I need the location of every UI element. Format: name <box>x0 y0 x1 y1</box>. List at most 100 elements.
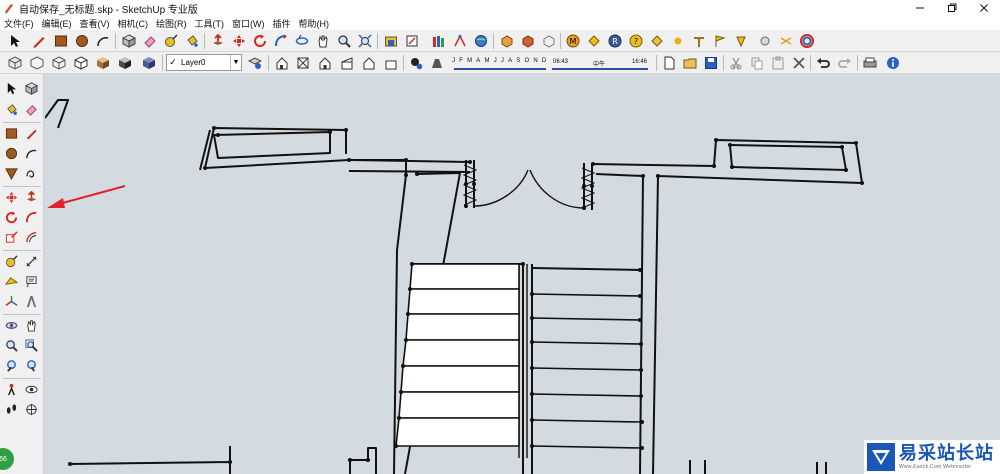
close-button[interactable] <box>968 0 1000 16</box>
view-monochrome[interactable] <box>140 54 158 72</box>
view-shaded-textures[interactable] <box>116 54 134 72</box>
layer-manager-button[interactable] <box>246 54 264 72</box>
erase-button[interactable] <box>790 54 808 72</box>
polygon-tool[interactable] <box>2 164 21 183</box>
layer-dropdown[interactable]: ✓ Layer0 ▼ <box>166 54 242 71</box>
3d-text-tool[interactable] <box>22 292 41 311</box>
eraser-tool[interactable] <box>141 32 159 50</box>
plugin-tool-9[interactable] <box>732 32 750 50</box>
circle-tool[interactable] <box>73 32 91 50</box>
plugin-tool-3[interactable]: R <box>606 32 624 50</box>
axes-tool[interactable] <box>2 292 21 311</box>
view-hidden-line[interactable] <box>72 54 90 72</box>
open-file-button[interactable] <box>681 54 699 72</box>
solid-tools-2[interactable] <box>519 32 537 50</box>
zoom-window-tool[interactable] <box>22 336 41 355</box>
line-tool[interactable] <box>22 124 41 143</box>
time-slider-track[interactable] <box>552 68 648 70</box>
zoom-tool[interactable] <box>335 32 353 50</box>
freehand-tool[interactable] <box>22 164 41 183</box>
cut-button[interactable] <box>727 54 745 72</box>
view-wireframe[interactable] <box>50 54 68 72</box>
undo-button[interactable] <box>814 54 832 72</box>
follow-me-tool[interactable] <box>272 32 290 50</box>
view-top[interactable] <box>294 54 312 72</box>
view-left[interactable] <box>382 54 400 72</box>
rotate-tool[interactable] <box>2 208 21 227</box>
orbit-tool[interactable] <box>293 32 311 50</box>
toggle-shadows-button[interactable] <box>428 54 446 72</box>
plugin-tool-4[interactable]: ? <box>627 32 645 50</box>
model-canvas[interactable] <box>45 74 1000 474</box>
menu-window[interactable]: 窗口(W) <box>232 17 265 30</box>
pan-tool[interactable] <box>22 316 41 335</box>
walk-tool[interactable] <box>2 400 21 419</box>
3d-warehouse-tool[interactable] <box>382 32 400 50</box>
arc-tool[interactable] <box>94 32 112 50</box>
circle-tool[interactable] <box>2 144 21 163</box>
paste-button[interactable] <box>769 54 787 72</box>
menu-draw[interactable]: 绘图(R) <box>156 17 187 30</box>
geo-location-tool[interactable] <box>472 32 490 50</box>
menu-edit[interactable]: 编辑(E) <box>42 17 72 30</box>
plugin-tool-2[interactable] <box>585 32 603 50</box>
plugin-tool-10[interactable] <box>756 32 774 50</box>
plugin-tool-8[interactable] <box>711 32 729 50</box>
plugin-tool-12[interactable] <box>798 32 816 50</box>
solid-tools-1[interactable] <box>498 32 516 50</box>
move-tool[interactable] <box>230 32 248 50</box>
minimize-button[interactable] <box>904 0 936 16</box>
redo-button[interactable] <box>836 54 854 72</box>
pan-tool[interactable] <box>314 32 332 50</box>
plugin-tool-7[interactable] <box>690 32 708 50</box>
look-around-tool[interactable] <box>22 380 41 399</box>
menu-plugins[interactable]: 插件 <box>273 17 291 30</box>
plugin-tool-6[interactable] <box>669 32 687 50</box>
paint-bucket-tool[interactable] <box>2 100 21 119</box>
position-camera-tool[interactable] <box>2 380 21 399</box>
move-tool[interactable] <box>2 188 21 207</box>
tape-measure-tool[interactable] <box>162 32 180 50</box>
view-right[interactable] <box>338 54 356 72</box>
copy-button[interactable] <box>748 54 766 72</box>
previous-view-tool[interactable] <box>2 356 21 375</box>
rotate-tool[interactable] <box>251 32 269 50</box>
rectangle-tool[interactable] <box>2 124 21 143</box>
protractor-tool[interactable] <box>2 272 21 291</box>
get-models-tool[interactable] <box>403 32 421 50</box>
tape-measure-tool[interactable] <box>2 252 21 271</box>
zoom-tool[interactable] <box>2 336 21 355</box>
shadow-time-slider[interactable]: J F M A M J J A S O N D 06:43 中午 16:46 <box>452 54 652 72</box>
paint-bucket-tool[interactable] <box>183 32 201 50</box>
shadow-settings-button[interactable] <box>407 54 425 72</box>
line-tool[interactable] <box>30 32 48 50</box>
select-tool[interactable] <box>2 79 21 98</box>
dimension-tool[interactable] <box>22 252 41 271</box>
rectangle-tool[interactable] <box>52 32 70 50</box>
select-tool[interactable] <box>6 32 24 50</box>
scale-tool[interactable] <box>2 228 21 247</box>
view-iso-xray[interactable] <box>6 54 24 72</box>
plugin-tool-1[interactable]: M <box>564 32 582 50</box>
new-file-button[interactable] <box>660 54 678 72</box>
zoom-extents-tool[interactable] <box>356 32 374 50</box>
make-component-tool[interactable] <box>120 32 138 50</box>
menu-tools[interactable]: 工具(T) <box>195 17 225 30</box>
dimension-tool[interactable] <box>451 32 469 50</box>
text-tool[interactable] <box>22 272 41 291</box>
view-shaded[interactable] <box>94 54 112 72</box>
follow-me-tool[interactable] <box>22 208 41 227</box>
save-button[interactable] <box>702 54 720 72</box>
push-pull-tool[interactable] <box>22 188 41 207</box>
plugin-tool-5[interactable] <box>648 32 666 50</box>
section-plane-tool[interactable] <box>22 400 41 419</box>
view-back-edges[interactable] <box>28 54 46 72</box>
menu-help[interactable]: 帮助(H) <box>299 17 330 30</box>
date-slider-track[interactable] <box>454 68 546 70</box>
extension-warehouse-tool[interactable] <box>430 32 448 50</box>
offset-tool[interactable] <box>22 228 41 247</box>
maximize-button[interactable] <box>936 0 968 16</box>
zoom-extents-tool[interactable] <box>22 356 41 375</box>
menu-view[interactable]: 查看(V) <box>80 17 110 30</box>
arc-tool[interactable] <box>22 144 41 163</box>
